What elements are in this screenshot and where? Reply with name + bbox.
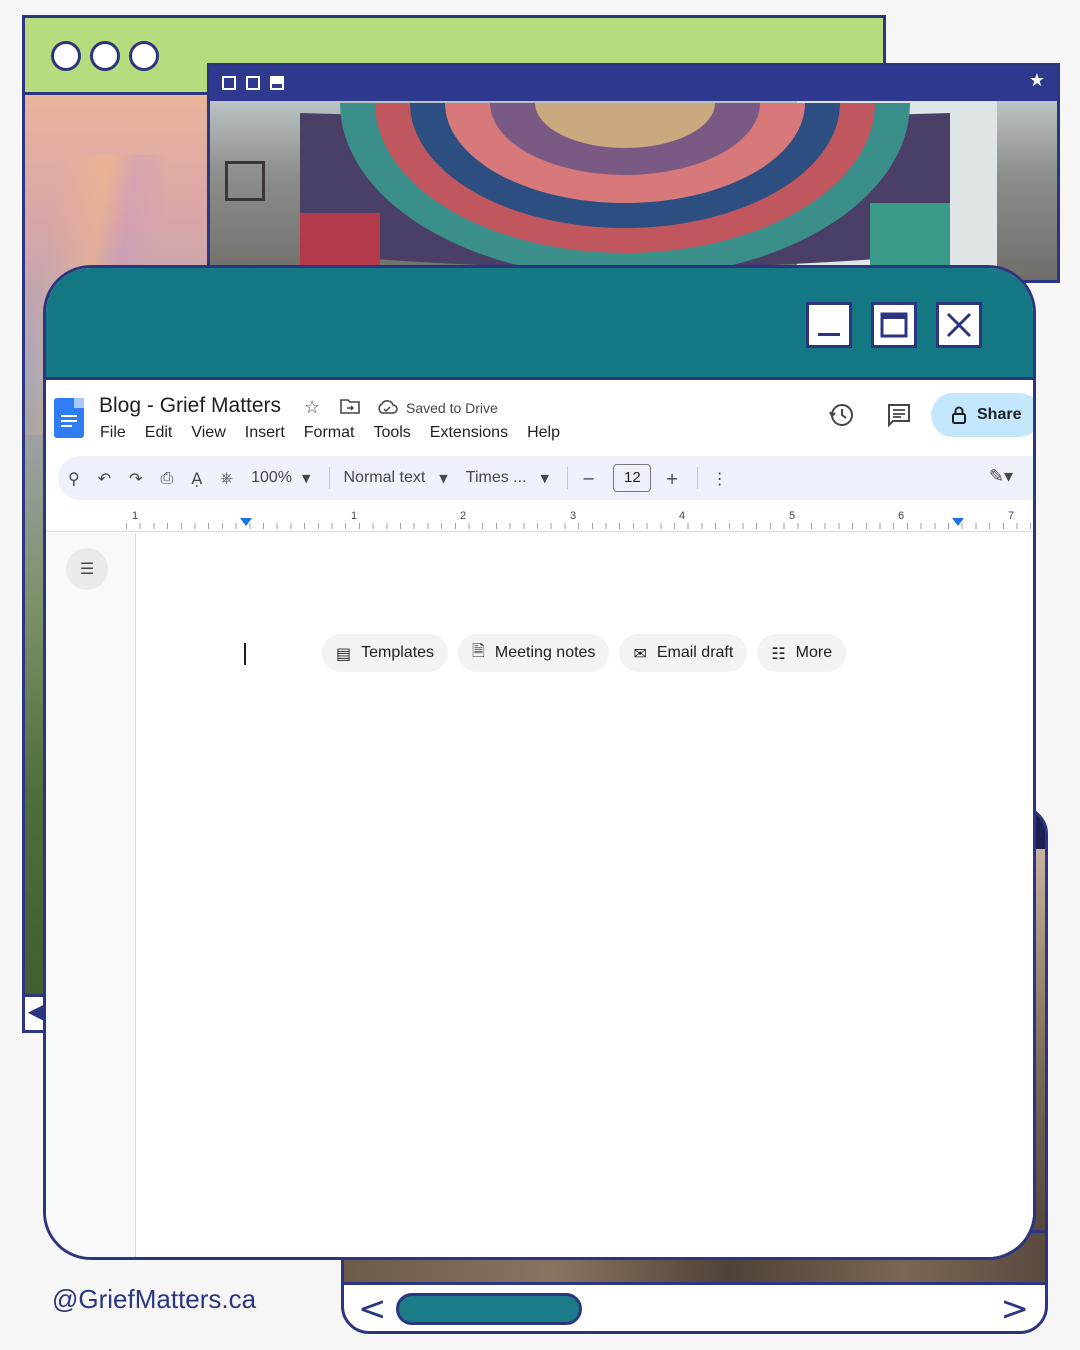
window-circle-button-1[interactable] [51,41,81,71]
close-button[interactable] [936,302,982,348]
maximize-box-icon[interactable] [246,76,260,90]
templates-chip[interactable]: ▤ Templates [322,634,449,672]
ruler: 1 1 2 3 4 5 6 7 [46,508,1033,532]
menu-edit[interactable]: Edit [145,424,173,442]
font-size-input[interactable]: 12 [613,464,652,492]
menu-view[interactable]: View [191,424,225,442]
menu-tools[interactable]: Tools [373,424,410,442]
lock-icon [952,406,966,424]
social-handle: @GriefMatters.ca [52,1284,257,1314]
search-icon[interactable]: ⚲ [68,469,80,488]
ruler-number: 1 [351,510,358,522]
templates-chip-label: Templates [361,644,435,661]
menu-file[interactable]: File [100,424,126,442]
spellcheck-icon[interactable]: Ạ [191,469,202,488]
font-dropdown-icon[interactable]: ▼ [541,472,549,485]
meeting-notes-chip-label: Meeting notes [494,644,596,661]
move-folder-icon[interactable] [340,397,360,420]
maximize-button[interactable] [871,302,917,348]
paint-format-icon[interactable]: ⎈ [220,468,233,488]
increase-font-size-icon[interactable]: + [665,469,678,488]
document-icon: 🗎 [472,640,485,660]
toolbar-divider [696,467,698,489]
toolbar-divider [328,467,330,489]
right-indent-marker[interactable] [952,518,964,526]
photo-window: ★ [207,63,1060,283]
text-cursor [244,643,246,665]
minimize-icon [818,333,840,336]
google-docs-logo-icon[interactable] [54,398,84,438]
document-page[interactable]: ▤ Templates 🗎 Meeting notes ✉ Email draf… [136,533,1033,1257]
ruler-ticks [126,523,1033,529]
ruler-number: 3 [570,510,577,522]
menu-bar: File Edit View Insert Format Tools Exten… [100,424,579,442]
star-outline-icon[interactable]: ☆ [304,397,320,418]
ruler-number: 6 [898,510,905,522]
print-icon[interactable]: ⎙ [161,468,174,488]
outline-icon[interactable]: ☰ [66,548,108,590]
more-chip-label: More [795,644,833,661]
smart-chips: ▤ Templates 🗎 Meeting notes ✉ Email draf… [322,634,847,672]
more-chip[interactable]: ☷ More [757,634,847,672]
more-options-icon[interactable]: ⋮ [712,469,728,488]
close-box-icon[interactable] [222,76,236,90]
document-title[interactable]: Blog - Grief Matters [99,394,281,418]
close-icon [946,312,972,338]
toolbar-divider [566,467,568,489]
editing-mode-icon[interactable]: ✎▾ [989,466,1013,487]
decrease-font-size-icon[interactable]: − [582,469,595,488]
share-button[interactable]: Share [931,393,1033,437]
version-history-icon[interactable] [829,402,855,434]
minimize-box-icon[interactable] [270,76,284,90]
docs-window-titlebar [46,268,1033,380]
font-select[interactable]: Times ... [466,469,527,487]
scrollbar-thumb[interactable] [396,1293,582,1325]
star-icon[interactable]: ★ [1029,70,1045,91]
style-select[interactable]: Normal text [344,469,426,487]
zoom-dropdown-icon[interactable]: ▼ [302,472,310,485]
docs-window: Blog - Grief Matters ☆ Saved to Drive Fi… [43,265,1036,1260]
knitted-shawl-image [300,103,950,278]
more-doc-icon: ☷ [771,643,786,663]
style-dropdown-icon[interactable]: ▼ [439,472,447,485]
email-draft-chip[interactable]: ✉ Email draft [619,634,748,672]
meeting-notes-chip[interactable]: 🗎 Meeting notes [458,634,610,672]
ruler-number: 4 [679,510,686,522]
redo-icon[interactable]: ↷ [129,469,142,488]
menu-insert[interactable]: Insert [245,424,285,442]
email-draft-chip-label: Email draft [656,644,734,661]
menu-help[interactable]: Help [527,424,560,442]
scroll-left-icon[interactable]: < [358,1289,387,1329]
minimize-button[interactable] [806,302,852,348]
ruler-number: 2 [460,510,467,522]
menu-format[interactable]: Format [304,424,355,442]
scroll-right-icon[interactable]: > [1001,1289,1030,1329]
cloud-saved-icon[interactable] [376,399,398,420]
left-indent-marker[interactable] [240,518,252,526]
zoom-select[interactable]: 100% [251,469,292,487]
docs-toolbar: ⚲ ↶ ↷ ⎙ Ạ ⎈ 100% ▼ Normal text ▼ Times … [58,456,1033,500]
window-circle-button-2[interactable] [90,41,120,71]
shawl-photo [210,101,1057,280]
saved-status: Saved to Drive [406,400,498,416]
photo-window-titlebar: ★ [210,66,1057,101]
menu-extensions[interactable]: Extensions [430,424,508,442]
wall-frame [225,161,265,201]
docs-header: Blog - Grief Matters ☆ Saved to Drive Fi… [46,380,1033,456]
ruler-number: 7 [1008,510,1015,522]
template-icon: ▤ [336,643,352,663]
comments-icon[interactable] [886,402,912,434]
outline-pane: ☰ [46,533,136,1257]
ruler-number: 5 [789,510,796,522]
email-icon: ✉ [633,643,647,663]
maximize-icon [880,312,908,338]
ruler-number: 1 [132,510,139,522]
window-circle-button-3[interactable] [129,41,159,71]
undo-icon[interactable]: ↶ [98,469,111,488]
share-label: Share [977,406,1022,423]
